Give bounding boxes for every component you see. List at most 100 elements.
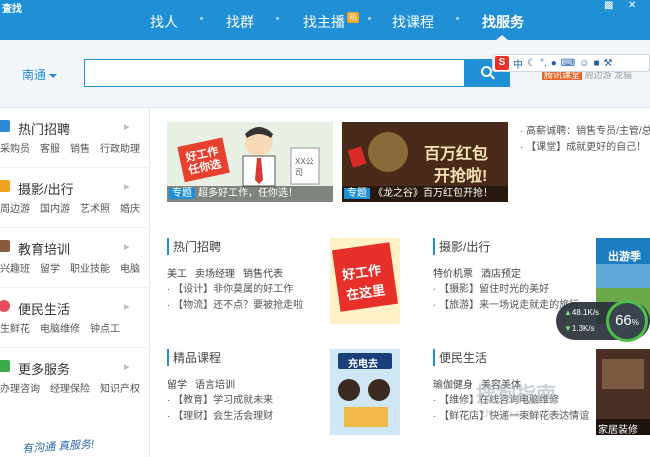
sidebar-item-more[interactable]: 更多服务 ▸ 办理咨询 经理保险 知识产权	[0, 348, 150, 408]
sidebar-subitem[interactable]: 电脑	[120, 264, 140, 275]
punctuation-icon[interactable]: °,	[540, 58, 547, 69]
section-title-travel[interactable]: 摄影/出行	[433, 238, 490, 255]
student-head	[368, 379, 390, 401]
upload-value: 48.1	[571, 308, 588, 317]
city-label: 南通	[22, 68, 47, 82]
sidebar-subitem[interactable]: 行政助理	[100, 144, 140, 155]
banner-art-text: 开抢啦!	[434, 168, 488, 185]
sogou-logo-icon[interactable]: S	[495, 56, 509, 70]
chevron-right-icon: ▸	[124, 301, 130, 313]
news-text: 【物流】还不点？要被抢走啦	[173, 300, 304, 311]
sidebar-item-label: 便民生活	[18, 302, 71, 317]
service-tag[interactable]: 语言培训	[195, 380, 235, 391]
microphone-icon[interactable]: ●	[551, 58, 557, 69]
sidebar-subitem[interactable]: 知识产权	[100, 384, 140, 395]
sidebar-subitem[interactable]: 婚庆	[120, 204, 140, 215]
section-title-courses[interactable]: 精品课程	[167, 349, 221, 366]
speed-dial: 66%	[606, 300, 648, 342]
promo-link[interactable]: · 高薪诚聘：销售专员/主管/总	[520, 124, 650, 140]
sidebar-subitem[interactable]: 职业技能	[70, 264, 110, 275]
nav-find-courses[interactable]: 找课程	[392, 12, 434, 32]
moon-icon[interactable]: ☾	[527, 58, 536, 69]
thumb-courses[interactable]: 充电去	[330, 349, 400, 435]
banner-art-text: 百万红包	[424, 146, 489, 163]
sidebar-subitem[interactable]: 经理保险	[50, 384, 90, 395]
wrench-icon[interactable]: ⚒	[604, 58, 613, 69]
sidebar-subitem[interactable]: 销售	[70, 144, 90, 155]
keyboard-icon[interactable]: ⌨	[561, 58, 575, 69]
section-title-jobs[interactable]: 热门招聘	[167, 238, 221, 255]
user-icon[interactable]: ☺	[579, 58, 589, 69]
service-tag[interactable]: 留学	[167, 380, 187, 391]
sidebar-subitem[interactable]: 生鲜花	[0, 324, 30, 335]
ime-mode[interactable]: 中	[513, 56, 523, 71]
network-speed-widget[interactable]: ▲48.1K/s ▼1.3K/s 66%	[556, 300, 650, 342]
promo-link[interactable]: · 【课堂】成就更好的自己！	[520, 140, 650, 156]
banner-jobs[interactable]: 好工作任你选 XX公司 专题 超多好工作，任你选！	[167, 122, 333, 202]
sidebar-subitem[interactable]: 采购员	[0, 144, 30, 155]
service-tag[interactable]: 卖场经理	[195, 269, 235, 280]
thumb-text: 家居装修	[598, 425, 638, 435]
sidebar-subitem[interactable]: 艺术照	[80, 204, 110, 215]
news-text: 【理财】会生活会理财	[173, 411, 274, 422]
search-input[interactable]	[84, 59, 466, 87]
news-link[interactable]: · 【教育】学习成就未来	[167, 393, 273, 409]
topic-tag: 专题	[169, 188, 195, 199]
sidebar-subitem[interactable]: 钟点工	[90, 324, 120, 335]
service-tag[interactable]: 酒店预定	[481, 269, 521, 280]
service-tag[interactable]: 瑜伽健身	[433, 380, 473, 391]
section-tags-courses: 留学 语言培训	[167, 376, 243, 391]
news-link[interactable]: · 【摄影】留住时光的美好	[433, 282, 579, 298]
section-tags-jobs: 美工 卖场经理 销售代表	[167, 265, 291, 280]
upload-arrow-icon: ▲	[564, 308, 572, 317]
sidebar-item-jobs[interactable]: 热门招聘 ▸ 采购员 客服 销售 行政助理	[0, 108, 150, 168]
sidebar-subitem[interactable]: 国内游	[40, 204, 70, 215]
service-tag[interactable]: 销售代表	[243, 269, 283, 280]
download-speed: ▼1.3K/s	[564, 324, 595, 333]
thumb-jobs[interactable]: 好工作 在这里	[330, 238, 400, 324]
sidebar-item-travel[interactable]: 摄影/出行 ▸ 周边游 国内游 艺术照 婚庆	[0, 168, 150, 228]
promo-list: · 高薪诚聘：销售专员/主管/总 · 【课堂】成就更好的自己！	[520, 124, 650, 156]
sidebar-subitem[interactable]: 留学	[40, 264, 60, 275]
sidebar-subitems: 生鲜花 电脑维修 钟点工	[0, 320, 130, 335]
chevron-right-icon: ▸	[124, 241, 130, 253]
sidebar-subitem[interactable]: 兴趣班	[0, 264, 30, 275]
download-value: 1.3	[571, 324, 584, 333]
sidebar-subitem[interactable]: 办理咨询	[0, 384, 40, 395]
sidebar-subitem[interactable]: 周边游	[0, 204, 30, 215]
top-nav-bar: 查找 ▩ ✕ 找人 找群 找主播热 找课程 找服务	[0, 0, 650, 40]
sidebar-subitem[interactable]: 客服	[40, 144, 60, 155]
nav-find-groups[interactable]: 找群	[226, 12, 254, 32]
nav-find-streamers-label: 找主播	[303, 14, 345, 30]
section-title-life[interactable]: 便民生活	[433, 349, 487, 366]
news-link[interactable]: · 【物流】还不点？要被抢走啦	[167, 298, 303, 314]
close-icon[interactable]: ✕	[628, 0, 636, 11]
city-selector[interactable]: 南通	[22, 66, 58, 83]
nav-find-streamers[interactable]: 找主播热	[303, 12, 359, 32]
nav-find-people[interactable]: 找人	[150, 12, 178, 32]
chevron-down-icon	[49, 73, 58, 78]
promo-text: 高薪诚聘：销售专员/主管/总	[526, 126, 650, 137]
sidebar-item-label: 摄影/出行	[18, 182, 74, 197]
banner-game[interactable]: 百万红包 开抢啦! 专题 《龙之谷》百万红包开抢！	[342, 122, 508, 202]
news-link[interactable]: · 【理财】会生活会理财	[167, 409, 273, 425]
watermark-url: zhinan.sogou.com	[480, 408, 570, 420]
chevron-right-icon: ▸	[124, 361, 130, 373]
nav-find-services[interactable]: 找服务	[482, 12, 524, 32]
topic-tag: 专题	[344, 188, 370, 199]
section-tags-travel: 特价机票 酒店预定	[433, 265, 529, 280]
news-link[interactable]: · 【设计】非你莫属的好工作	[167, 282, 303, 298]
heart-icon	[0, 300, 10, 312]
service-tag[interactable]: 美工	[167, 269, 187, 280]
feedback-icon[interactable]: ▩	[604, 0, 613, 11]
download-arrow-icon: ▼	[564, 324, 572, 333]
skin-icon[interactable]: ■	[593, 58, 599, 69]
service-tag[interactable]: 特价机票	[433, 269, 473, 280]
sidebar-subitem[interactable]: 电脑维修	[40, 324, 80, 335]
thumb-life[interactable]: 家居装修	[596, 349, 650, 435]
window-title: 查找	[2, 4, 22, 15]
news-text: 【教育】学习成就未来	[173, 395, 274, 406]
sidebar-item-education[interactable]: 教育培训 ▸ 兴趣班 留学 职业技能 电脑	[0, 228, 150, 288]
sidebar-item-life[interactable]: 便民生活 ▸ 生鲜花 电脑维修 钟点工	[0, 288, 150, 348]
banner-caption-text: 《龙之谷》百万红包开抢！	[373, 188, 493, 199]
